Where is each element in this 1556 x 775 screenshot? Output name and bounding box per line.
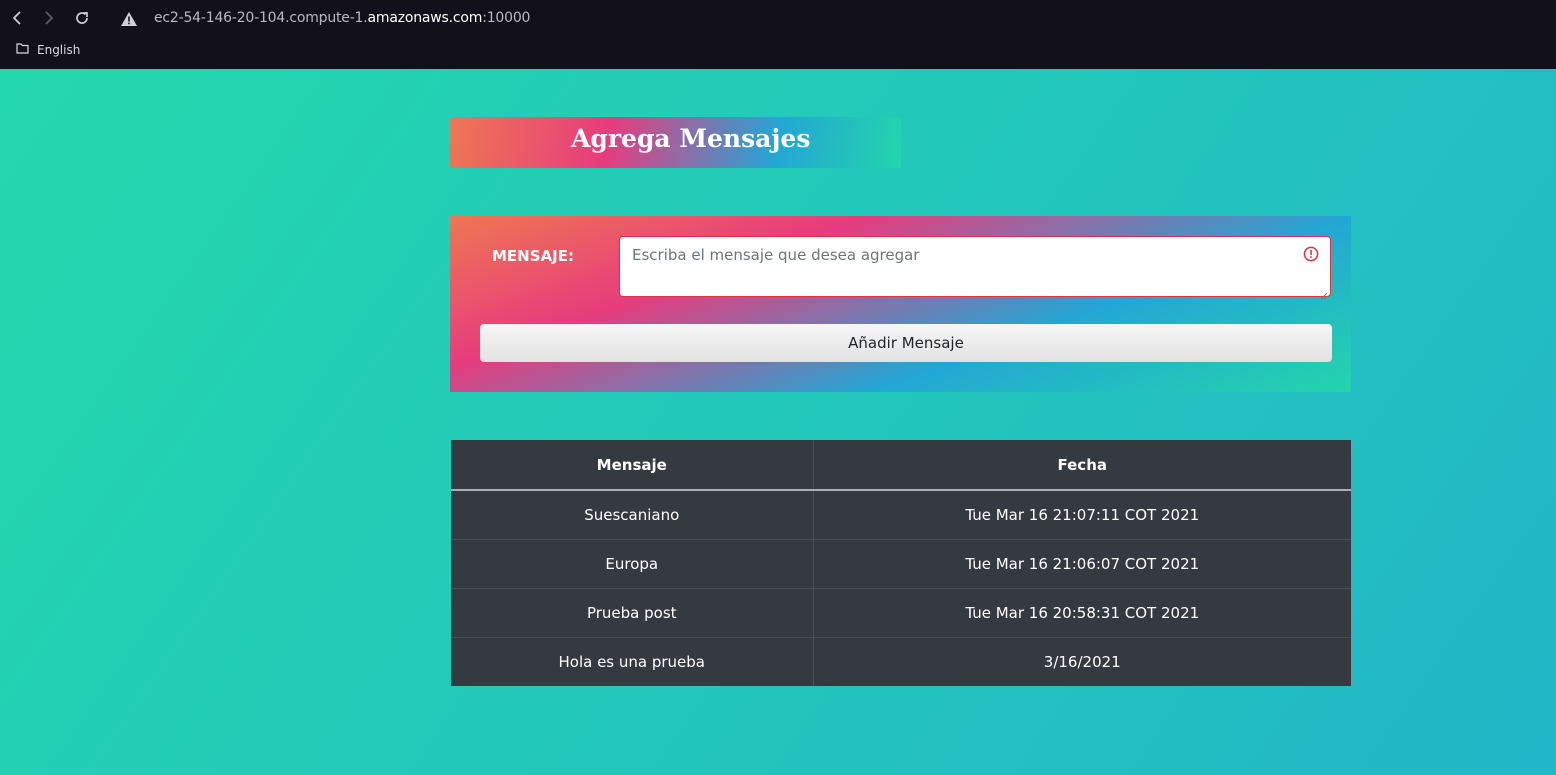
table-row: Hola es una prueba 3/16/2021 <box>451 636 1351 686</box>
url-suffix: :10000 <box>482 10 531 26</box>
bookmark-english[interactable]: English <box>16 43 80 57</box>
address-bar[interactable]: ec2-54-146-20-104.compute-1.amazonaws.co… <box>154 10 530 26</box>
cell-date: Tue Mar 16 21:07:11 COT 2021 <box>812 489 1351 539</box>
message-input[interactable] <box>619 236 1331 297</box>
column-header-mensaje[interactable]: Mensaje <box>451 440 813 491</box>
messages-table: Mensaje Fecha Suescaniano Tue Mar 16 21:… <box>451 440 1351 686</box>
page-content: Agrega Mensajes MENSAJE: Añadir Mensaje … <box>0 69 1556 775</box>
alert-circle-icon <box>1303 246 1319 262</box>
message-label: MENSAJE: <box>492 247 574 265</box>
reload-icon[interactable] <box>72 8 92 28</box>
table-row: Suescaniano Tue Mar 16 21:07:11 COT 2021 <box>451 489 1351 539</box>
cell-date: 3/16/2021 <box>812 636 1351 686</box>
url-prefix: ec2-54-146-20-104.compute-1. <box>154 10 368 26</box>
cell-message: Hola es una prueba <box>451 636 813 686</box>
column-header-fecha[interactable]: Fecha <box>812 440 1351 491</box>
back-arrow-icon[interactable] <box>7 8 27 28</box>
table-row: Prueba post Tue Mar 16 20:58:31 COT 2021 <box>451 587 1351 637</box>
resize-grip-icon[interactable] <box>1320 287 1328 300</box>
table-row: Europa Tue Mar 16 21:06:07 COT 2021 <box>451 538 1351 588</box>
cell-date: Tue Mar 16 20:58:31 COT 2021 <box>812 587 1351 637</box>
cell-date: Tue Mar 16 21:06:07 COT 2021 <box>812 538 1351 588</box>
table-header-row: Mensaje Fecha <box>451 440 1351 491</box>
folder-icon <box>16 43 29 57</box>
warning-icon[interactable] <box>120 10 138 28</box>
page-title: Agrega Mensajes <box>571 124 811 153</box>
add-message-button[interactable]: Añadir Mensaje <box>480 324 1332 362</box>
browser-chrome: ec2-54-146-20-104.compute-1.amazonaws.co… <box>0 0 1556 69</box>
bookmark-label: English <box>37 43 81 57</box>
forward-arrow-icon[interactable] <box>39 8 59 28</box>
cell-message: Suescaniano <box>451 489 813 539</box>
cell-message: Prueba post <box>451 587 813 637</box>
title-banner: Agrega Mensajes <box>450 117 901 168</box>
message-form: MENSAJE: Añadir Mensaje <box>450 216 1351 392</box>
cell-message: Europa <box>451 538 813 588</box>
url-host: amazonaws.com <box>367 10 483 26</box>
